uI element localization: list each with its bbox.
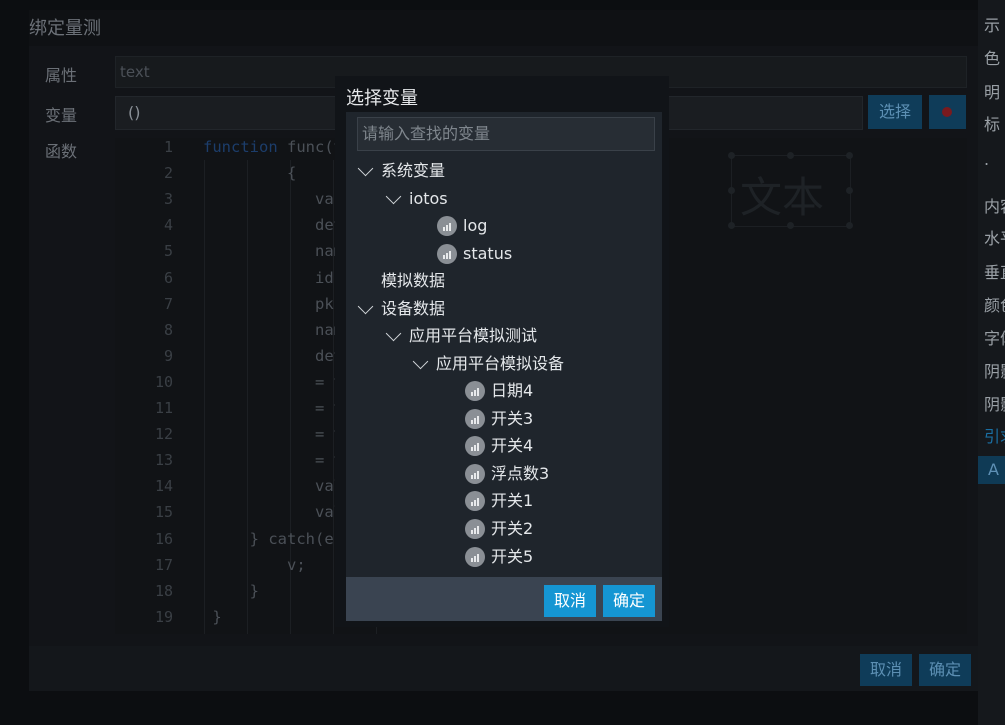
chart-bars-icon (465, 491, 485, 512)
tree-node-system-vars[interactable]: 系统变量 (356, 158, 556, 184)
chevron-down-icon (412, 353, 429, 370)
tree-node-label: 开关3 (491, 408, 534, 428)
tree-node-device-variable[interactable]: 日期4 (465, 378, 595, 404)
select-dialog-title: 选择变量 (346, 88, 418, 109)
tree-node-label: 开关5 (491, 546, 534, 566)
chevron-down-icon (385, 325, 402, 342)
chart-bars-icon (465, 381, 485, 401)
tree-node-log[interactable]: log (437, 213, 557, 239)
tree-node-label: log (463, 216, 488, 235)
tree-node-label: 应用平台模拟测试 (409, 326, 538, 345)
tree-node-sim-data[interactable]: 模拟数据 (381, 268, 541, 294)
chart-bars-icon (465, 519, 485, 539)
variable-tree-panel: 请输入查找的变量 系统变量 iotos log status 模拟数据 设备数据 (346, 112, 662, 577)
chart-bars-icon (465, 463, 485, 484)
tree-node-label: 开关4 (491, 436, 534, 456)
chevron-down-icon (385, 188, 402, 205)
chart-bars-icon (465, 408, 485, 429)
tree-node-label: 开关1 (491, 491, 534, 511)
tree-node-device-variable[interactable]: 浮点数3 (465, 461, 595, 487)
tree-node-app-platform-test[interactable]: 应用平台模拟测试 (384, 323, 604, 349)
chart-bars-icon (437, 244, 457, 264)
tree-node-device-variable[interactable]: 开关4 (465, 433, 595, 459)
tree-node-device-data[interactable]: 设备数据 (356, 296, 556, 322)
chart-bars-icon (465, 436, 485, 457)
chart-bars-icon (465, 546, 485, 567)
tree-node-app-platform-device[interactable]: 应用平台模拟设备 (411, 351, 631, 377)
chevron-down-icon (357, 160, 374, 177)
cancel-button[interactable]: 取消 (544, 585, 596, 617)
tree-node-status[interactable]: status (437, 241, 557, 267)
select-variable-dialog: 选择变量 请输入查找的变量 系统变量 iotos log status 模拟数据 (335, 76, 669, 627)
tree-node-label: iotos (409, 189, 448, 208)
tree-node-device-variable[interactable]: 开关1 (465, 488, 595, 514)
tree-node-device-variable[interactable]: 开关2 (465, 516, 595, 542)
chevron-down-icon (357, 298, 374, 315)
tree-node-iotos[interactable]: iotos (384, 186, 544, 212)
chart-bars-icon (437, 216, 457, 236)
tree-node-label: 系统变量 (381, 161, 446, 180)
tree-node-label: status (463, 244, 513, 263)
select-dialog-footer: 取消 确定 (346, 577, 662, 621)
tree-node-label: 应用平台模拟设备 (436, 354, 565, 373)
ok-button[interactable]: 确定 (603, 585, 655, 617)
tree-node-label: 设备数据 (381, 299, 446, 318)
variable-search-input[interactable]: 请输入查找的变量 (357, 117, 655, 151)
tree-node-label: 日期4 (491, 381, 534, 400)
tree-node-label: 开关2 (491, 519, 534, 538)
tree-node-device-variable[interactable]: 开关3 (465, 406, 595, 432)
tree-node-device-variable[interactable]: 开关5 (465, 544, 595, 570)
tree-node-label: 模拟数据 (381, 271, 446, 290)
tree-node-label: 浮点数3 (491, 463, 550, 483)
